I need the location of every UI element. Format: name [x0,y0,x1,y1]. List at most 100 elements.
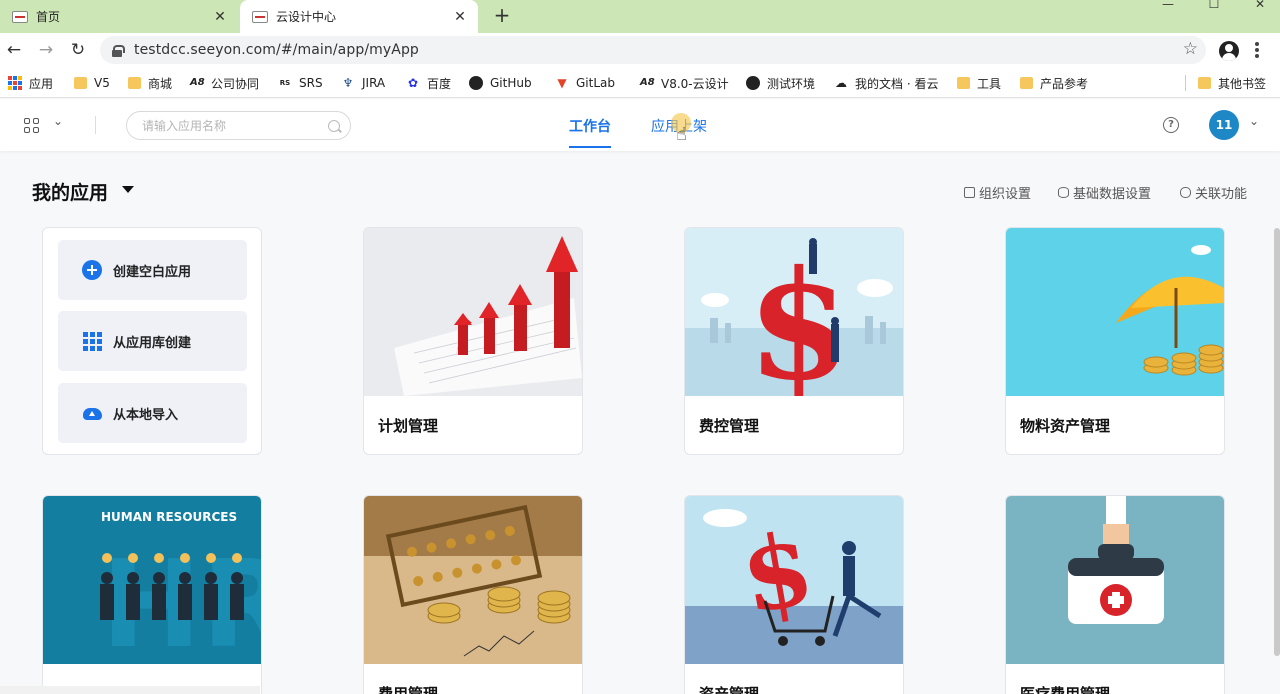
bookmark-label: V8.0-云设计 [661,76,729,91]
page-scrollbar[interactable] [1274,228,1280,656]
bookmarks-divider [1185,75,1186,91]
bookmark-label: 测试环境 [767,76,816,91]
org-settings-link[interactable]: 组织设置 [964,183,1031,202]
tab-workbench[interactable]: 工作台 [569,116,611,148]
bookmark-company-collab[interactable]: A8 公司协同 [190,74,259,92]
folder-icon [128,77,141,89]
app-thumbnail-umbrella-coins [1006,228,1224,396]
create-blank-app-button[interactable]: 创建空白应用 [58,240,247,300]
chevron-down-icon[interactable]: ⌄ [53,114,63,128]
kancloud-icon: ☁ [835,76,847,90]
import-local-button[interactable]: 从本地导入 [58,383,247,443]
app-card-assets[interactable]: $ 资产管理 [684,495,904,694]
reload-icon[interactable]: ↻ [66,38,90,62]
bookmark-label: 工具 [977,76,1002,91]
bookmark-srs[interactable]: RS SRS [278,74,323,92]
search-input[interactable] [142,118,328,133]
bookmark-jira[interactable]: ♆ JIRA [341,74,386,92]
address-bar[interactable]: testdcc.seeyon.com/#/main/app/myApp ☆ [100,36,1206,64]
app-launcher-icon[interactable] [24,118,39,133]
back-arrow-icon[interactable]: ← [2,38,26,62]
base-data-settings-link[interactable]: 基础数据设置 [1058,183,1151,202]
bookmark-v8-design[interactable]: A8 V8.0-云设计 [640,74,729,92]
browser-menu-icon[interactable] [1254,40,1260,60]
browser-toolbar: ← → ↻ testdcc.seeyon.com/#/main/app/myAp… [0,33,1280,67]
app-card-hr[interactable]: HR HUMAN RESOURCES 人事管理最新版 [42,495,262,694]
url-text[interactable]: testdcc.seeyon.com/#/main/app/myApp [134,42,419,58]
bookmark-label: 应用 [29,76,54,91]
bookmark-github[interactable]: GitHub [469,74,532,92]
browser-tab-strip: 首页 ✕ 云设计中心 ✕ + — ☐ ✕ [0,0,1280,33]
tab-title: 首页 [36,10,61,24]
search-icon[interactable] [328,119,340,132]
browser-tab-design-center[interactable]: 云设计中心 ✕ [240,0,478,33]
app-thumbnail-red-arrows-chart [364,228,582,396]
create-from-library-button[interactable]: 从应用库创建 [58,311,247,371]
help-icon[interactable]: ? [1163,117,1179,133]
app-card-plan[interactable]: 计划管理 [363,227,583,455]
bookmark-other[interactable]: 其他书签 [1198,74,1266,92]
baidu-icon: ✿ [407,76,419,90]
app-name: 资产管理 [699,685,760,694]
avatar[interactable]: 11 [1209,110,1239,140]
link-label: 关联功能 [1195,187,1248,202]
bookmark-gitlab[interactable]: ▼ GitLab [555,74,615,92]
github-icon [469,76,483,90]
bookmark-label: V5 [94,76,110,90]
bookmark-label: 商城 [148,76,173,91]
app-name: 费用管理 [378,685,439,694]
tab-close-icon[interactable]: ✕ [452,9,468,25]
bookmark-kancloud[interactable]: ☁ 我的文档 · 看云 [834,74,938,92]
seeyon-favicon-icon [12,10,28,23]
chevron-down-icon[interactable]: ⌄ [1249,114,1259,128]
gitlab-icon: ▼ [557,76,567,90]
globe-icon [746,76,760,90]
app-thumbnail-dollar-sign-climbers: $ [685,228,903,396]
bookmark-product-ref[interactable]: 产品参考 [1020,74,1088,92]
new-tab-button[interactable]: + [490,4,514,28]
app-card-medical-expenses[interactable]: 医疗费用管理 [1005,495,1225,694]
bookmark-label: 公司协同 [211,76,260,91]
status-bar [0,686,260,694]
bookmark-label: GitHub [490,76,532,90]
caret-down-icon[interactable] [122,186,134,193]
button-label: 创建空白应用 [113,264,192,280]
link-label: 基础数据设置 [1073,187,1152,202]
bookmark-star-icon[interactable]: ☆ [1183,39,1198,59]
window-maximize-button[interactable]: ☐ [1191,0,1237,10]
app-thumbnail-human-resources: HR HUMAN RESOURCES [43,496,261,664]
folder-icon [957,77,970,89]
bookmark-mall[interactable]: 商城 [128,74,172,92]
grid-icon [82,331,102,351]
create-app-panel: 创建空白应用 从应用库创建 从本地导入 [42,227,262,455]
bookmark-label: 产品参考 [1040,76,1089,91]
app-card-expense-control[interactable]: $ 费控管理 [684,227,904,455]
bookmark-label: 百度 [427,76,452,91]
profile-icon[interactable] [1219,41,1239,61]
tab-close-icon[interactable]: ✕ [212,9,228,25]
bookmark-baidu[interactable]: ✿ 百度 [406,74,451,92]
plus-circle-icon [82,260,102,280]
page-title[interactable]: 我的应用 [32,178,108,205]
browser-tab-home[interactable]: 首页 ✕ [0,0,238,33]
bookmark-test-env[interactable]: 测试环境 [746,74,815,92]
button-label: 从本地导入 [113,407,179,423]
a8-icon: A8 [640,77,655,88]
database-icon [1058,187,1069,198]
link-label: 组织设置 [979,187,1032,202]
bookmark-tools[interactable]: 工具 [957,74,1001,92]
bookmark-v5[interactable]: V5 [74,74,110,92]
bookmark-apps[interactable]: 应用 [8,74,53,92]
app-thumbnail-abacus-coins [364,496,582,664]
hand-cursor-icon: ☝ [676,124,687,145]
forward-arrow-icon[interactable]: → [34,38,58,62]
related-features-link[interactable]: 关联功能 [1180,183,1247,202]
header-divider [95,116,96,134]
app-search[interactable] [126,111,351,140]
app-card-material-assets[interactable]: 物料资产管理 [1005,227,1225,455]
app-card-expenses[interactable]: 费用管理 [363,495,583,694]
window-close-button[interactable]: ✕ [1237,0,1280,10]
window-minimize-button[interactable]: — [1145,0,1191,10]
lock-icon[interactable] [112,44,125,57]
app-header: ⌄ 工作台 应用上架 ? 11 ⌄ [0,99,1280,151]
